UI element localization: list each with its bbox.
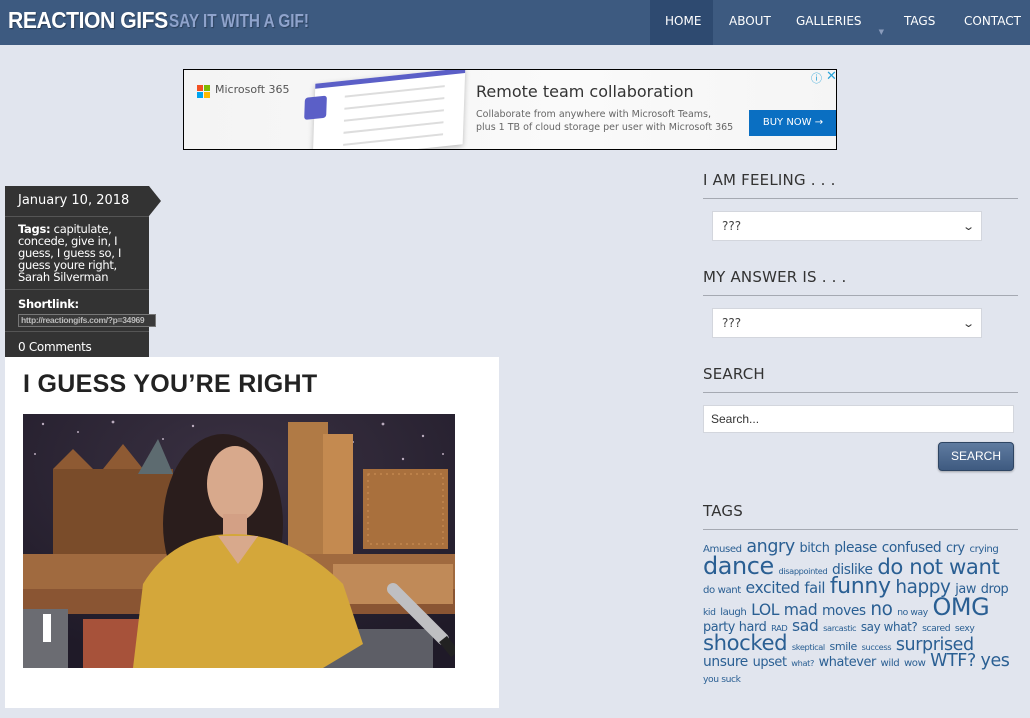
tag-link[interactable]: excited bbox=[746, 578, 801, 597]
feeling-widget: I AM FEELING . . . ??? ⌄ bbox=[703, 171, 1018, 241]
tag-link[interactable]: sexy bbox=[955, 623, 975, 634]
nav-home[interactable]: HOME bbox=[650, 0, 713, 45]
shortlink-field[interactable]: http://reactiongifs.com/?p=34969 bbox=[18, 314, 156, 327]
post-tags: Tags: capitulate, concede, give in, I gu… bbox=[5, 217, 149, 289]
tag-link[interactable]: smile bbox=[830, 640, 858, 653]
microsoft-logo-icon bbox=[197, 85, 210, 98]
nav-galleries-label: GALLERIES bbox=[796, 14, 862, 28]
nav-tags[interactable]: TAGS bbox=[888, 0, 948, 45]
search-widget: SEARCH Search... SEARCH bbox=[703, 365, 1018, 471]
search-heading: SEARCH bbox=[703, 365, 1018, 393]
tag-link[interactable]: no way bbox=[897, 607, 928, 618]
site-tagline: SAY IT WITH A GIF! bbox=[169, 11, 309, 31]
teams-icon bbox=[304, 95, 327, 120]
post-date: January 10, 2018 bbox=[5, 186, 161, 216]
tag-link[interactable]: scared bbox=[922, 623, 951, 634]
dropdown-caret-icon: ▼ bbox=[878, 28, 884, 36]
tag-link[interactable]: kid bbox=[703, 607, 716, 618]
search-input[interactable]: Search... bbox=[703, 405, 1014, 433]
chevron-down-icon: ⌄ bbox=[961, 317, 975, 330]
tag-link[interactable]: upset bbox=[753, 655, 787, 670]
tag-link[interactable]: what? bbox=[791, 658, 814, 668]
tag-link[interactable]: success bbox=[862, 642, 892, 652]
tag-link[interactable]: dance bbox=[703, 552, 774, 580]
tag-link[interactable]: funny bbox=[830, 574, 891, 599]
tags-widget: TAGS bbox=[703, 502, 1018, 530]
main-nav: HOME ABOUT GALLERIES ▼ TAGS CONTACT bbox=[650, 0, 1030, 45]
tag-link[interactable]: shocked bbox=[703, 630, 788, 655]
tag-link[interactable]: WTF? bbox=[930, 651, 976, 671]
tag-link[interactable]: do want bbox=[703, 585, 741, 596]
tag-link[interactable]: unsure bbox=[703, 654, 748, 670]
post-shortlink: Shortlink: http://reactiongifs.com/?p=34… bbox=[5, 290, 156, 331]
answer-widget: MY ANSWER IS . . . ??? ⌄ bbox=[703, 268, 1018, 338]
search-button[interactable]: SEARCH bbox=[938, 442, 1014, 471]
ad-buy-now-button[interactable]: BUY NOW → bbox=[749, 110, 836, 136]
tag-link[interactable]: sad bbox=[792, 616, 819, 635]
chevron-down-icon: ⌄ bbox=[961, 220, 975, 233]
feeling-select[interactable]: ??? ⌄ bbox=[712, 211, 982, 241]
ad-close-icon[interactable]: ✕ bbox=[826, 70, 836, 84]
tag-link[interactable]: whatever bbox=[819, 655, 877, 670]
ad-teams-screenshot bbox=[304, 70, 466, 149]
answer-heading: MY ANSWER IS . . . bbox=[703, 268, 1018, 296]
ad-title: Remote team collaboration bbox=[476, 82, 694, 101]
tag-link[interactable]: please bbox=[834, 540, 877, 556]
tag-link[interactable]: fail bbox=[804, 580, 825, 597]
site-logo[interactable]: REACTION GIFS bbox=[8, 7, 168, 34]
answer-select-value: ??? bbox=[722, 316, 742, 330]
tag-link[interactable]: wild bbox=[881, 658, 900, 669]
ad-banner[interactable]: Microsoft 365 Remote team collaboration … bbox=[183, 69, 837, 150]
tag-link[interactable]: no bbox=[870, 599, 893, 620]
tag-link[interactable]: OMG bbox=[932, 593, 989, 621]
gif-illustration bbox=[23, 414, 455, 668]
tag-link[interactable]: skeptical bbox=[792, 642, 825, 652]
post-card: I GUESS YOU’RE RIGHT bbox=[5, 357, 499, 708]
tag-link[interactable]: do not want bbox=[877, 554, 999, 579]
tag-link[interactable]: you suck bbox=[703, 674, 741, 685]
tag-cloud: Amused angry bitch please confused cry c… bbox=[703, 538, 1023, 685]
ad-description: Collaborate from anywhere with Microsoft… bbox=[476, 108, 733, 134]
tag-link[interactable]: LOL bbox=[751, 600, 779, 619]
nav-about[interactable]: ABOUT bbox=[713, 0, 780, 45]
ad-info-icon[interactable]: ⓘ bbox=[811, 70, 822, 86]
tag-link[interactable]: yes bbox=[981, 651, 1010, 671]
tag-link[interactable]: bitch bbox=[799, 541, 829, 556]
tag-link[interactable]: laugh bbox=[720, 607, 747, 618]
tag-link[interactable]: moves bbox=[822, 603, 866, 619]
top-navigation-bar: REACTION GIFS SAY IT WITH A GIF! HOME AB… bbox=[0, 0, 1030, 45]
nav-galleries[interactable]: GALLERIES ▼ bbox=[780, 0, 888, 45]
post-meta: January 10, 2018 Tags: capitulate, conce… bbox=[5, 186, 161, 362]
tag-link[interactable]: disappointed bbox=[779, 566, 828, 576]
tag-link[interactable]: wow bbox=[904, 658, 926, 669]
nav-contact[interactable]: CONTACT bbox=[948, 0, 1030, 45]
tags-heading: TAGS bbox=[703, 502, 1018, 530]
tag-link[interactable]: say what? bbox=[861, 620, 918, 634]
ad-desc-line: Collaborate from anywhere with Microsoft… bbox=[476, 109, 711, 120]
answer-select[interactable]: ??? ⌄ bbox=[712, 308, 982, 338]
reaction-gif-image[interactable] bbox=[23, 414, 455, 668]
tag-link[interactable]: sarcastic bbox=[823, 623, 856, 633]
post-title[interactable]: I GUESS YOU’RE RIGHT bbox=[23, 370, 317, 399]
shortlink-label: Shortlink: bbox=[18, 297, 79, 311]
feeling-heading: I AM FEELING . . . bbox=[703, 171, 1018, 199]
feeling-select-value: ??? bbox=[722, 219, 742, 233]
ad-desc-line: plus 1 TB of cloud storage per user with… bbox=[476, 122, 734, 133]
ad-brand: Microsoft 365 bbox=[215, 83, 290, 96]
